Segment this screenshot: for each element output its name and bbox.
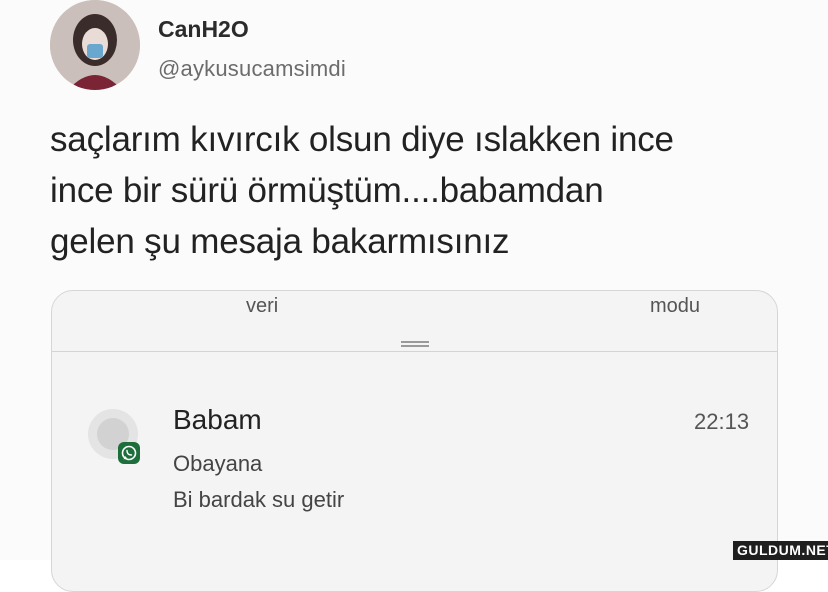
- tweet-text-line: saçlarım kıvırcık olsun diye ıslakken in…: [50, 120, 674, 159]
- notification-sender: Babam: [173, 404, 262, 435]
- tweet-text: saçlarım kıvırcık olsun diye ıslakken in…: [50, 114, 810, 267]
- watermark-logo: GULDUM.NET: [733, 541, 828, 560]
- screenshot-frame: CanH2O @aykusucamsimdi saçlarım kıvırcık…: [0, 0, 828, 592]
- avatar[interactable]: [50, 0, 140, 90]
- mode-toggle-label[interactable]: modu: [650, 295, 700, 318]
- user-handle[interactable]: @aykusucamsimdi: [158, 56, 346, 82]
- notification-panel: veri modu Babam 22:13 Obayana Bi bardak …: [51, 290, 778, 592]
- tweet-text-line: gelen şu mesaja bakarmısınız: [50, 222, 510, 261]
- data-toggle-label[interactable]: veri: [246, 295, 278, 318]
- notification-time: 22:13: [694, 409, 750, 434]
- display-name[interactable]: CanH2O: [158, 16, 249, 43]
- quick-settings-bar: veri modu: [52, 291, 777, 352]
- drag-handle-icon[interactable]: [401, 341, 429, 347]
- notification-message-line: Obayana: [173, 451, 263, 476]
- tweet-text-line: ince bir sürü örmüştüm....babamdan: [50, 171, 604, 210]
- avatar-photo-icon: [50, 0, 140, 90]
- whatsapp-icon: [118, 442, 140, 464]
- notification-message-line: Bi bardak su getir: [173, 487, 345, 512]
